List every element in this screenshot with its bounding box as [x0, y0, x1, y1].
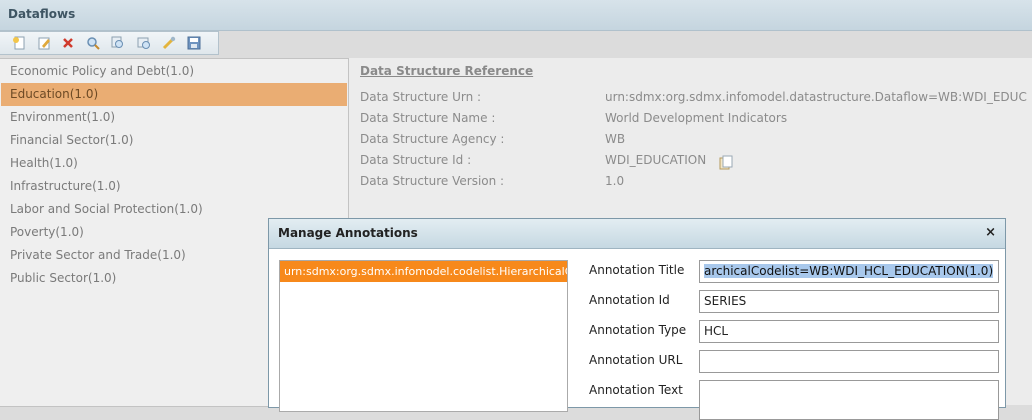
- dialog-title: Manage Annotations: [278, 226, 418, 240]
- annotation-title-value: archicalCodelist=WB:WDI_HCL_EDUCATION(1.…: [704, 264, 994, 278]
- dataflow-item[interactable]: Health(1.0): [1, 152, 347, 175]
- delete-icon[interactable]: [61, 36, 75, 50]
- annotation-list: urn:sdmx:org.sdmx.infomodel.codelist.Hie…: [279, 260, 568, 412]
- detail-label: Data Structure Urn :: [360, 90, 482, 104]
- annotation-url-label: Annotation URL: [589, 353, 683, 367]
- detail-value: urn:sdmx:org.sdmx.infomodel.datastructur…: [605, 90, 1027, 104]
- annotation-url-input[interactable]: [699, 350, 999, 373]
- dataflow-item-selected[interactable]: Education(1.0): [1, 83, 347, 106]
- window-titlebar: Dataflows: [0, 0, 1032, 31]
- dataflow-item[interactable]: Environment(1.0): [1, 106, 347, 129]
- multi-search-icon[interactable]: [111, 36, 125, 50]
- search-icon[interactable]: [86, 36, 100, 50]
- dialog-header: Manage Annotations ×: [269, 219, 1005, 249]
- copy-icon[interactable]: [719, 155, 733, 174]
- detail-label: Data Structure Version :: [360, 174, 505, 188]
- new-icon[interactable]: [12, 36, 26, 50]
- annotation-text-area[interactable]: [699, 380, 999, 420]
- annotation-title-input[interactable]: archicalCodelist=WB:WDI_HCL_EDUCATION(1.…: [699, 260, 999, 283]
- toolbar: [0, 31, 219, 55]
- annotation-type-label: Annotation Type: [589, 323, 687, 337]
- detail-value: World Development Indicators: [605, 111, 788, 125]
- close-icon[interactable]: ×: [985, 225, 996, 240]
- annotation-text-label: Annotation Text: [589, 383, 683, 397]
- annotation-type-input[interactable]: HCL: [699, 320, 999, 343]
- detail-label: Data Structure Agency :: [360, 132, 505, 146]
- tool-icon[interactable]: [162, 36, 176, 50]
- dataflow-item[interactable]: Infrastructure(1.0): [1, 175, 347, 198]
- annotation-title-label: Annotation Title: [589, 263, 685, 277]
- edit-icon[interactable]: [37, 36, 51, 50]
- annotation-id-label: Annotation Id: [589, 293, 670, 307]
- detail-value: 1.0: [605, 174, 625, 188]
- detail-value: WDI_EDUCATION: [605, 153, 707, 167]
- annotation-list-item[interactable]: urn:sdmx:org.sdmx.infomodel.codelist.Hie…: [280, 261, 567, 282]
- detail-label: Data Structure Id :: [360, 153, 472, 167]
- detail-label: Data Structure Name :: [360, 111, 496, 125]
- manage-annotations-dialog: Manage Annotations × urn:sdmx:org.sdmx.i…: [268, 218, 1006, 420]
- dataflow-item[interactable]: Financial Sector(1.0): [1, 129, 347, 152]
- annotation-id-input[interactable]: SERIES: [699, 290, 999, 313]
- detail-value: WB: [605, 132, 626, 146]
- save-icon[interactable]: [187, 36, 201, 50]
- dataflow-item[interactable]: Economic Policy and Debt(1.0): [1, 60, 347, 83]
- annotation-icon[interactable]: [137, 36, 151, 50]
- window-title: Dataflows: [8, 7, 76, 21]
- section-title: Data Structure Reference: [360, 64, 534, 78]
